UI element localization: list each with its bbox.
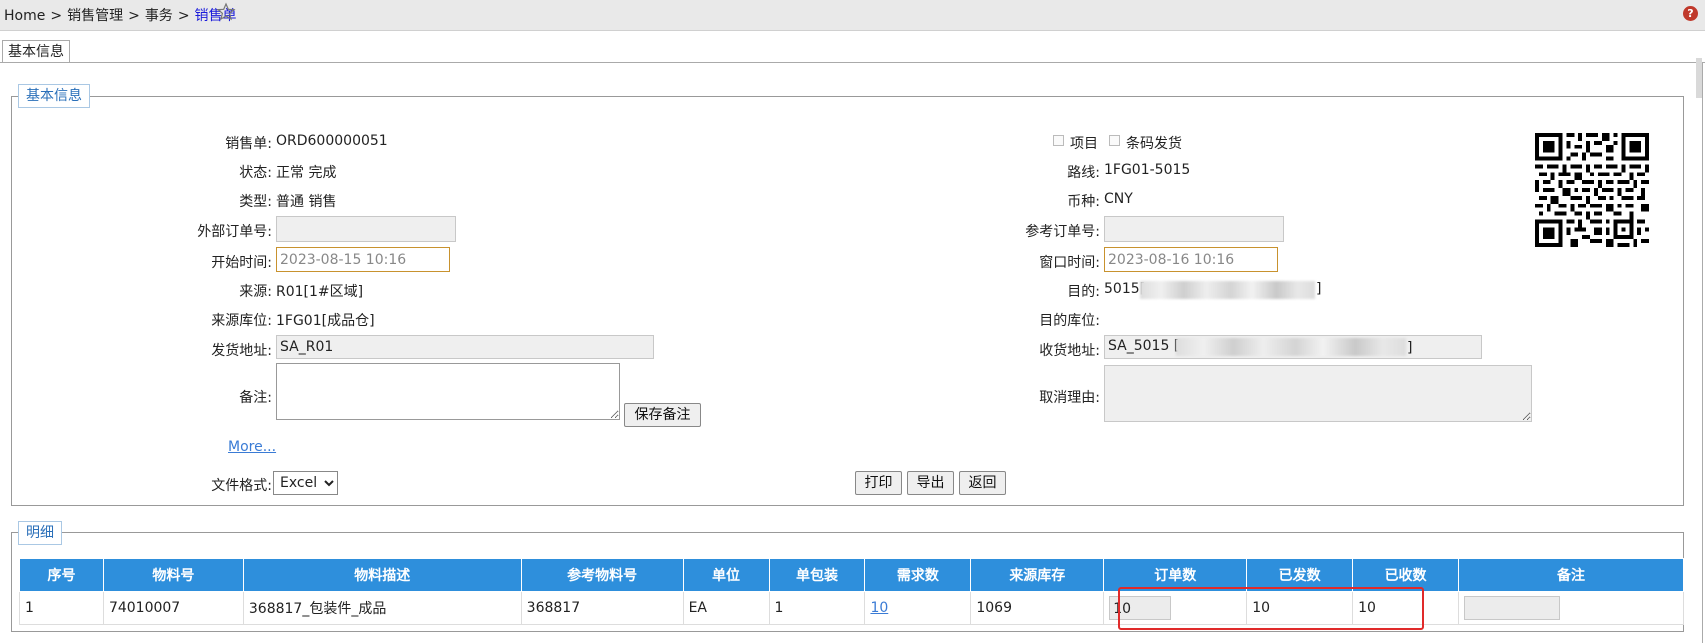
highlight-annotation — [1118, 587, 1424, 630]
window-time-label: 窗口时间: — [1039, 255, 1100, 271]
cancel-reason-label: 取消理由: — [1039, 390, 1100, 406]
col-header-seq[interactable]: 序号 — [19, 558, 104, 592]
col-header-item-no[interactable]: 物料号 — [102, 558, 244, 592]
route-value: 1FG01-5015 — [1104, 162, 1191, 178]
barcode-ship-label: 条码发货 — [1126, 136, 1182, 152]
cell-remark — [1458, 591, 1684, 625]
breadcrumb-sales-mgmt[interactable]: 销售管理 — [67, 8, 123, 24]
redacted-destination — [1140, 281, 1315, 299]
tab-divider — [0, 62, 1705, 63]
cell-ref-item: 368817 — [520, 591, 684, 625]
help-icon[interactable]: ? — [1683, 6, 1698, 21]
order-value: ORD600000051 — [276, 133, 388, 149]
back-button[interactable]: 返回 — [959, 471, 1006, 495]
recv-address-value: SA_5015 [ — [1108, 338, 1180, 354]
print-button[interactable]: 打印 — [855, 471, 902, 495]
qr-code — [1535, 133, 1649, 247]
recv-address-value-end: ] — [1407, 340, 1413, 356]
detail-header-row: 序号 物料号 物料描述 参考物料号 单位 单包装 需求数 来源库存 订单数 已发… — [19, 558, 1684, 592]
remark-label: 备注: — [239, 390, 272, 406]
scrollbar-thumb[interactable] — [1696, 58, 1702, 98]
col-header-desc[interactable]: 物料描述 — [242, 558, 522, 592]
project-label: 项目 — [1070, 136, 1098, 152]
ship-address-field[interactable] — [276, 335, 654, 359]
detail-table: 序号 物料号 物料描述 参考物料号 单位 单包装 需求数 来源库存 订单数 已发… — [19, 558, 1684, 625]
ref-order-field[interactable] — [1104, 216, 1284, 242]
currency-label: 币种: — [1067, 194, 1100, 210]
cell-desc: 368817_包装件_成品 — [242, 591, 522, 625]
cell-unit: EA — [682, 591, 770, 625]
currency-value: CNY — [1104, 191, 1133, 207]
project-checkbox[interactable] — [1053, 135, 1064, 146]
source-value: R01[1#区域] — [276, 284, 364, 300]
basic-info-legend: 基本信息 — [18, 84, 90, 108]
demand-link[interactable]: 10 — [870, 600, 888, 616]
row-remark-field[interactable] — [1464, 596, 1561, 620]
cell-source-stock: 1069 — [970, 591, 1105, 625]
start-time-label: 开始时间: — [211, 255, 272, 271]
table-row[interactable]: 1 74010007 368817_包装件_成品 368817 EA 1 10 … — [19, 591, 1684, 625]
breadcrumb-home[interactable]: Home — [4, 8, 45, 24]
start-time-field[interactable] — [276, 247, 450, 272]
status-value: 正常 完成 — [276, 165, 337, 181]
route-label: 路线: — [1067, 165, 1100, 181]
barcode-ship-checkbox[interactable] — [1109, 135, 1120, 146]
breadcrumb-transactions[interactable]: 事务 — [145, 8, 173, 24]
top-bar: Home > 销售管理 > 事务 > 销售单 ? — [0, 0, 1705, 31]
ref-order-label: 参考订单号: — [1025, 224, 1100, 240]
dest-location-label: 目的库位: — [1039, 313, 1100, 329]
breadcrumb-sep: > — [177, 8, 190, 24]
source-label: 来源: — [239, 284, 272, 300]
destination-value-end: ] — [1316, 281, 1322, 297]
col-header-source-stock[interactable]: 来源库存 — [970, 558, 1105, 592]
breadcrumb-sep: > — [50, 8, 63, 24]
cell-item-no: 74010007 — [102, 591, 244, 625]
col-header-pack[interactable]: 单包装 — [768, 558, 866, 592]
destination-value: 5015[ — [1104, 281, 1146, 297]
ship-address-label: 发货地址: — [211, 343, 272, 359]
ext-order-field[interactable] — [276, 216, 456, 242]
source-location-value: 1FG01[成品仓] — [276, 313, 375, 329]
file-format-select[interactable]: Excel — [273, 471, 338, 495]
source-location-label: 来源库位: — [211, 313, 272, 329]
remark-textarea[interactable] — [276, 363, 620, 420]
redacted-recv-address — [1176, 338, 1406, 356]
status-label: 状态: — [239, 165, 272, 181]
cancel-reason-textarea[interactable] — [1104, 365, 1532, 422]
col-header-unit[interactable]: 单位 — [682, 558, 770, 592]
destination-label: 目的: — [1067, 284, 1100, 300]
cell-pack: 1 — [768, 591, 866, 625]
star-outline-icon[interactable] — [216, 2, 236, 22]
col-header-demand[interactable]: 需求数 — [864, 558, 972, 592]
right-border — [1702, 62, 1703, 643]
recv-address-label: 收货地址: — [1039, 343, 1100, 359]
type-value: 普通 销售 — [276, 194, 337, 210]
order-label: 销售单: — [225, 136, 272, 152]
window-time-field[interactable] — [1104, 247, 1278, 272]
save-remark-button[interactable]: 保存备注 — [624, 403, 701, 427]
col-header-ref-item[interactable]: 参考物料号 — [520, 558, 684, 592]
detail-legend: 明细 — [18, 521, 62, 545]
cell-seq: 1 — [19, 591, 104, 625]
ext-order-label: 外部订单号: — [197, 224, 272, 240]
breadcrumb-sep: > — [128, 8, 140, 24]
type-label: 类型: — [239, 194, 272, 210]
col-header-remark[interactable]: 备注 — [1458, 558, 1684, 592]
more-link[interactable]: More... — [228, 439, 276, 455]
export-button[interactable]: 导出 — [907, 471, 954, 495]
breadcrumb: Home > 销售管理 > 事务 > 销售单 — [4, 5, 237, 25]
file-format-label: 文件格式: — [211, 478, 272, 494]
cell-demand: 10 — [864, 591, 972, 625]
tab-basic-info[interactable]: 基本信息 — [2, 40, 70, 63]
